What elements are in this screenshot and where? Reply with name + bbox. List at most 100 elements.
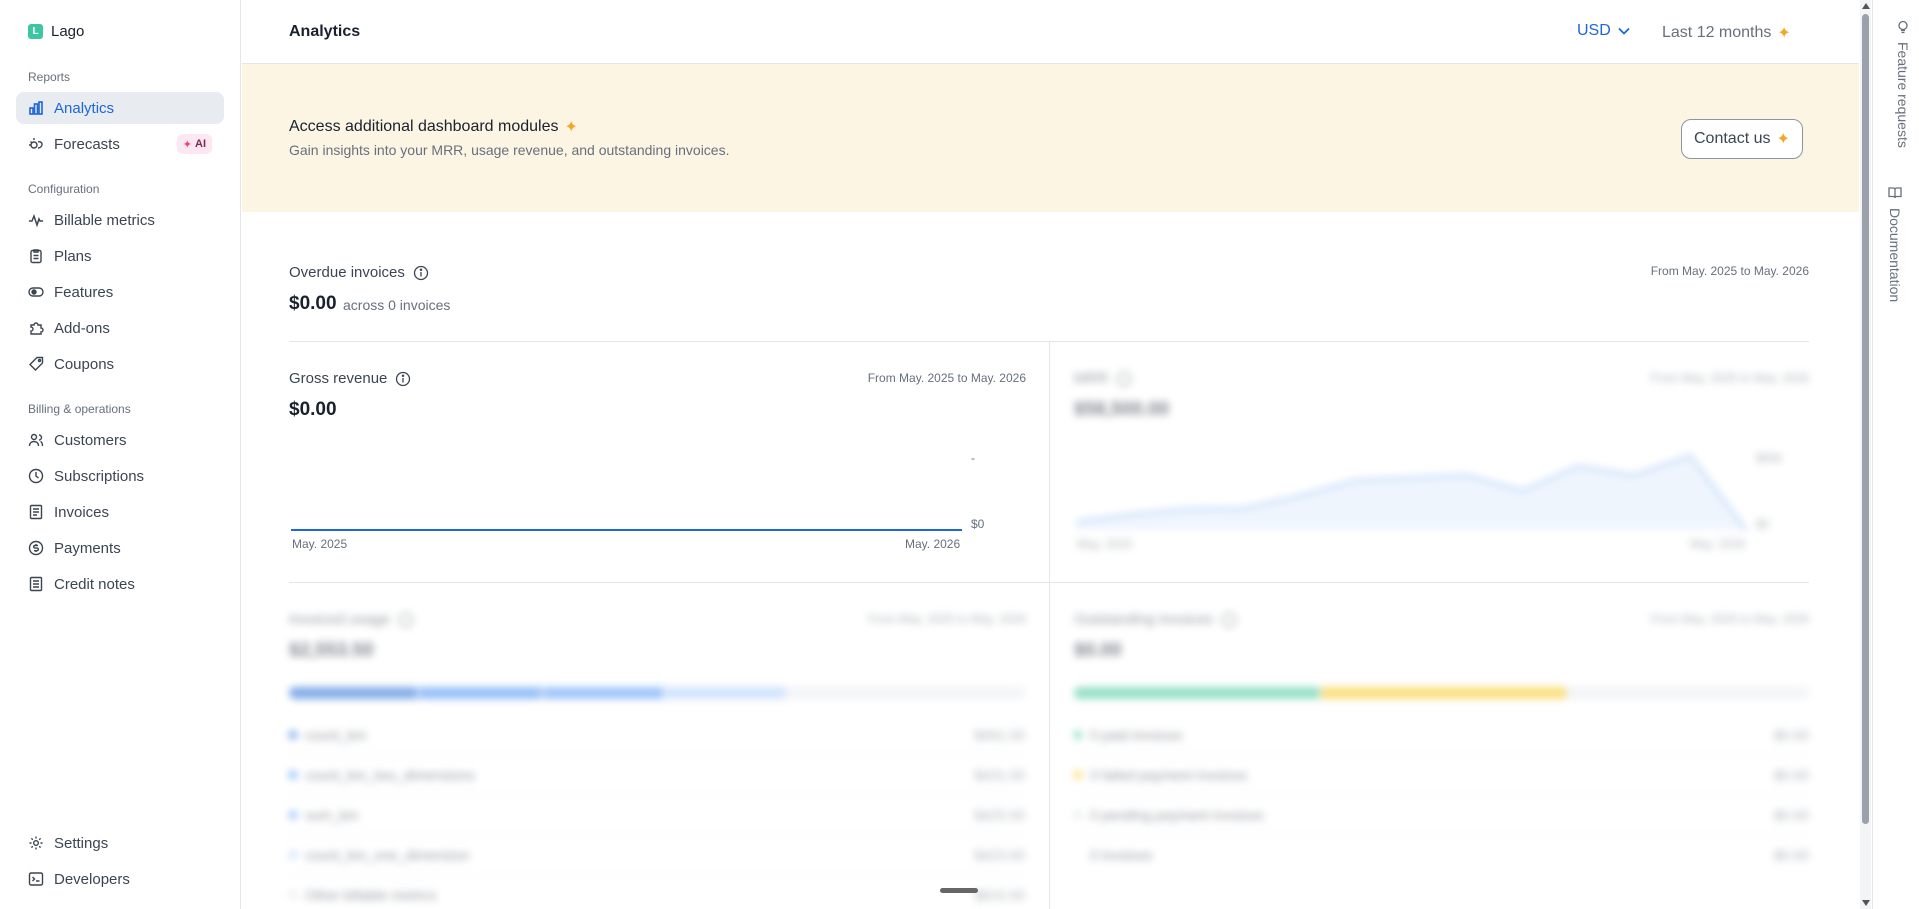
bar-segment [1074, 687, 1319, 699]
ai-badge: ✦ AI [176, 134, 212, 154]
sidebar-item-label: Features [54, 283, 114, 301]
org-logo: L [28, 24, 43, 39]
period-selector[interactable]: Last 12 months ✦ [1662, 23, 1791, 43]
mrr-title: MRR [1074, 370, 1132, 387]
overdue-count: across 0 invoices [343, 297, 451, 313]
sidebar-item-plans[interactable]: Plans [16, 240, 224, 272]
gross-revenue-y-top: - [971, 451, 975, 465]
feature-requests-tab[interactable]: Feature requests [1887, 20, 1919, 148]
banner-subtitle: Gain insights into your MRR, usage reven… [289, 142, 730, 158]
invoiced-usage-title: Invoiced usage [289, 611, 414, 628]
org-switcher[interactable]: L Lago [28, 23, 84, 40]
users-icon [28, 432, 44, 448]
info-icon [398, 612, 414, 627]
side-tabs: Feature requests Documentation [1872, 0, 1919, 909]
legend-value: $0.00 [1773, 766, 1809, 783]
currency-selector[interactable]: USD [1577, 22, 1631, 40]
legend-dot [1074, 810, 1082, 819]
sidebar: L Lago Reports Analytics Forecasts ✦ AI C… [0, 0, 241, 909]
chevron-down-icon [1618, 27, 1630, 35]
bar-segment [419, 687, 541, 699]
sidebar-item-customers[interactable]: Customers [16, 424, 224, 456]
sidebar-item-settings[interactable]: Settings [16, 827, 224, 859]
bar-segment [665, 687, 785, 699]
legend-value: $491.00 [974, 726, 1025, 743]
outstanding-title: Outstanding invoices [1074, 611, 1237, 628]
mrr-chart [1075, 454, 1748, 531]
legend-label: Other billable metrics [305, 887, 437, 903]
documentation-tab[interactable]: Documentation [1887, 186, 1903, 302]
legend-value: $425.00 [974, 806, 1025, 823]
sidebar-item-label: Coupons [54, 355, 115, 373]
vertical-scrollbar[interactable] [1860, 0, 1871, 909]
pulse-icon [28, 212, 44, 228]
sidebar-item-developers[interactable]: Developers [16, 863, 224, 895]
sidebar-item-forecasts[interactable]: Forecasts ✦ AI [16, 128, 224, 160]
sidebar-item-billable-metrics[interactable]: Billable metrics [16, 204, 224, 236]
app-root: L Lago Reports Analytics Forecasts ✦ AI C… [0, 0, 1919, 909]
overdue-range: From May. 2025 to May. 2026 [1650, 264, 1809, 278]
clipboard-icon [28, 248, 44, 264]
list-item: 0 paid invoices $0.00 [1074, 715, 1809, 755]
clock-icon [28, 468, 44, 484]
contact-us-button[interactable]: Contact us ✦ [1681, 119, 1803, 159]
book-icon [1888, 187, 1902, 199]
sidebar-item-subscriptions[interactable]: Subscriptions [16, 460, 224, 492]
sidebar-item-invoices[interactable]: Invoices [16, 496, 224, 528]
legend-dot [1074, 770, 1082, 779]
terminal-icon [28, 871, 44, 887]
sidebar-item-label: Analytics [54, 99, 115, 117]
invoiced-usage-bar [289, 687, 1025, 699]
invoiced-usage-title-text: Invoiced usage [289, 611, 390, 628]
legend-label: 0 pending payment invoices [1090, 806, 1264, 823]
overdue-invoices-title: Overdue invoices [289, 264, 429, 281]
gross-revenue-range: From May. 2025 to May. 2026 [867, 371, 1026, 385]
page-header: Analytics USD Last 12 months ✦ [242, 0, 1859, 64]
sidebar-item-credit-notes[interactable]: Credit notes [16, 568, 224, 600]
list-item: 0 failed payment invoices $0.00 [1074, 755, 1809, 795]
upsell-banner: Access additional dashboard modules ✦ Ga… [242, 64, 1859, 212]
legend-dot [289, 770, 297, 779]
legend-value: $0.00 [1773, 806, 1809, 823]
document-icon [28, 504, 44, 520]
legend-label: 0 invoices [1090, 847, 1153, 863]
sidebar-item-payments[interactable]: Payments [16, 532, 224, 564]
sidebar-item-label: Invoices [54, 503, 110, 521]
sidebar-item-analytics[interactable]: Analytics [16, 92, 224, 124]
scroll-down-arrow-icon[interactable] [1862, 900, 1870, 906]
invoiced-usage-amount: $2,553.50 [289, 640, 374, 661]
documentation-label: Documentation [1887, 208, 1903, 303]
section-title-reports: Reports [28, 70, 71, 84]
sparkle-icon: ✦ [1777, 25, 1791, 42]
mrr-amount: $58,500.00 [1074, 399, 1170, 420]
gross-revenue-x-start: May. 2025 [292, 537, 348, 551]
outstanding-title-text: Outstanding invoices [1074, 611, 1214, 628]
overdue-title-text: Overdue invoices [289, 264, 405, 281]
legend-label: count_bm_two_dimensions [305, 766, 475, 783]
mrr-x-end: May. 2026 [1690, 537, 1746, 551]
receipt-icon [28, 576, 44, 592]
coin-icon [28, 540, 44, 556]
ai-badge-label: AI [195, 138, 206, 150]
sidebar-item-coupons[interactable]: Coupons [16, 348, 224, 380]
scroll-up-arrow-icon[interactable] [1862, 3, 1870, 9]
scrollbar-thumb[interactable] [1862, 14, 1869, 824]
legend-dot [289, 730, 297, 739]
sidebar-item-add-ons[interactable]: Add-ons [16, 312, 224, 344]
legend-value: $0.00 [1773, 726, 1809, 743]
info-icon[interactable] [395, 371, 411, 387]
scroll-handle[interactable] [940, 888, 978, 893]
bar-segment [289, 687, 417, 699]
sparkle-icon: ✦ [564, 119, 578, 136]
mrr-y-bottom: $0 [1756, 517, 1770, 531]
sidebar-item-label: Plans [54, 247, 92, 265]
bar-segment [543, 687, 663, 699]
tag-icon [28, 356, 44, 372]
info-icon [1117, 371, 1132, 386]
sidebar-item-label: Customers [54, 431, 127, 449]
sidebar-item-label: Settings [54, 834, 109, 852]
gross-revenue-x-end: May. 2026 [905, 537, 961, 551]
info-icon[interactable] [413, 265, 429, 281]
legend-value: $423.00 [974, 846, 1025, 863]
sidebar-item-features[interactable]: Features [16, 276, 224, 308]
